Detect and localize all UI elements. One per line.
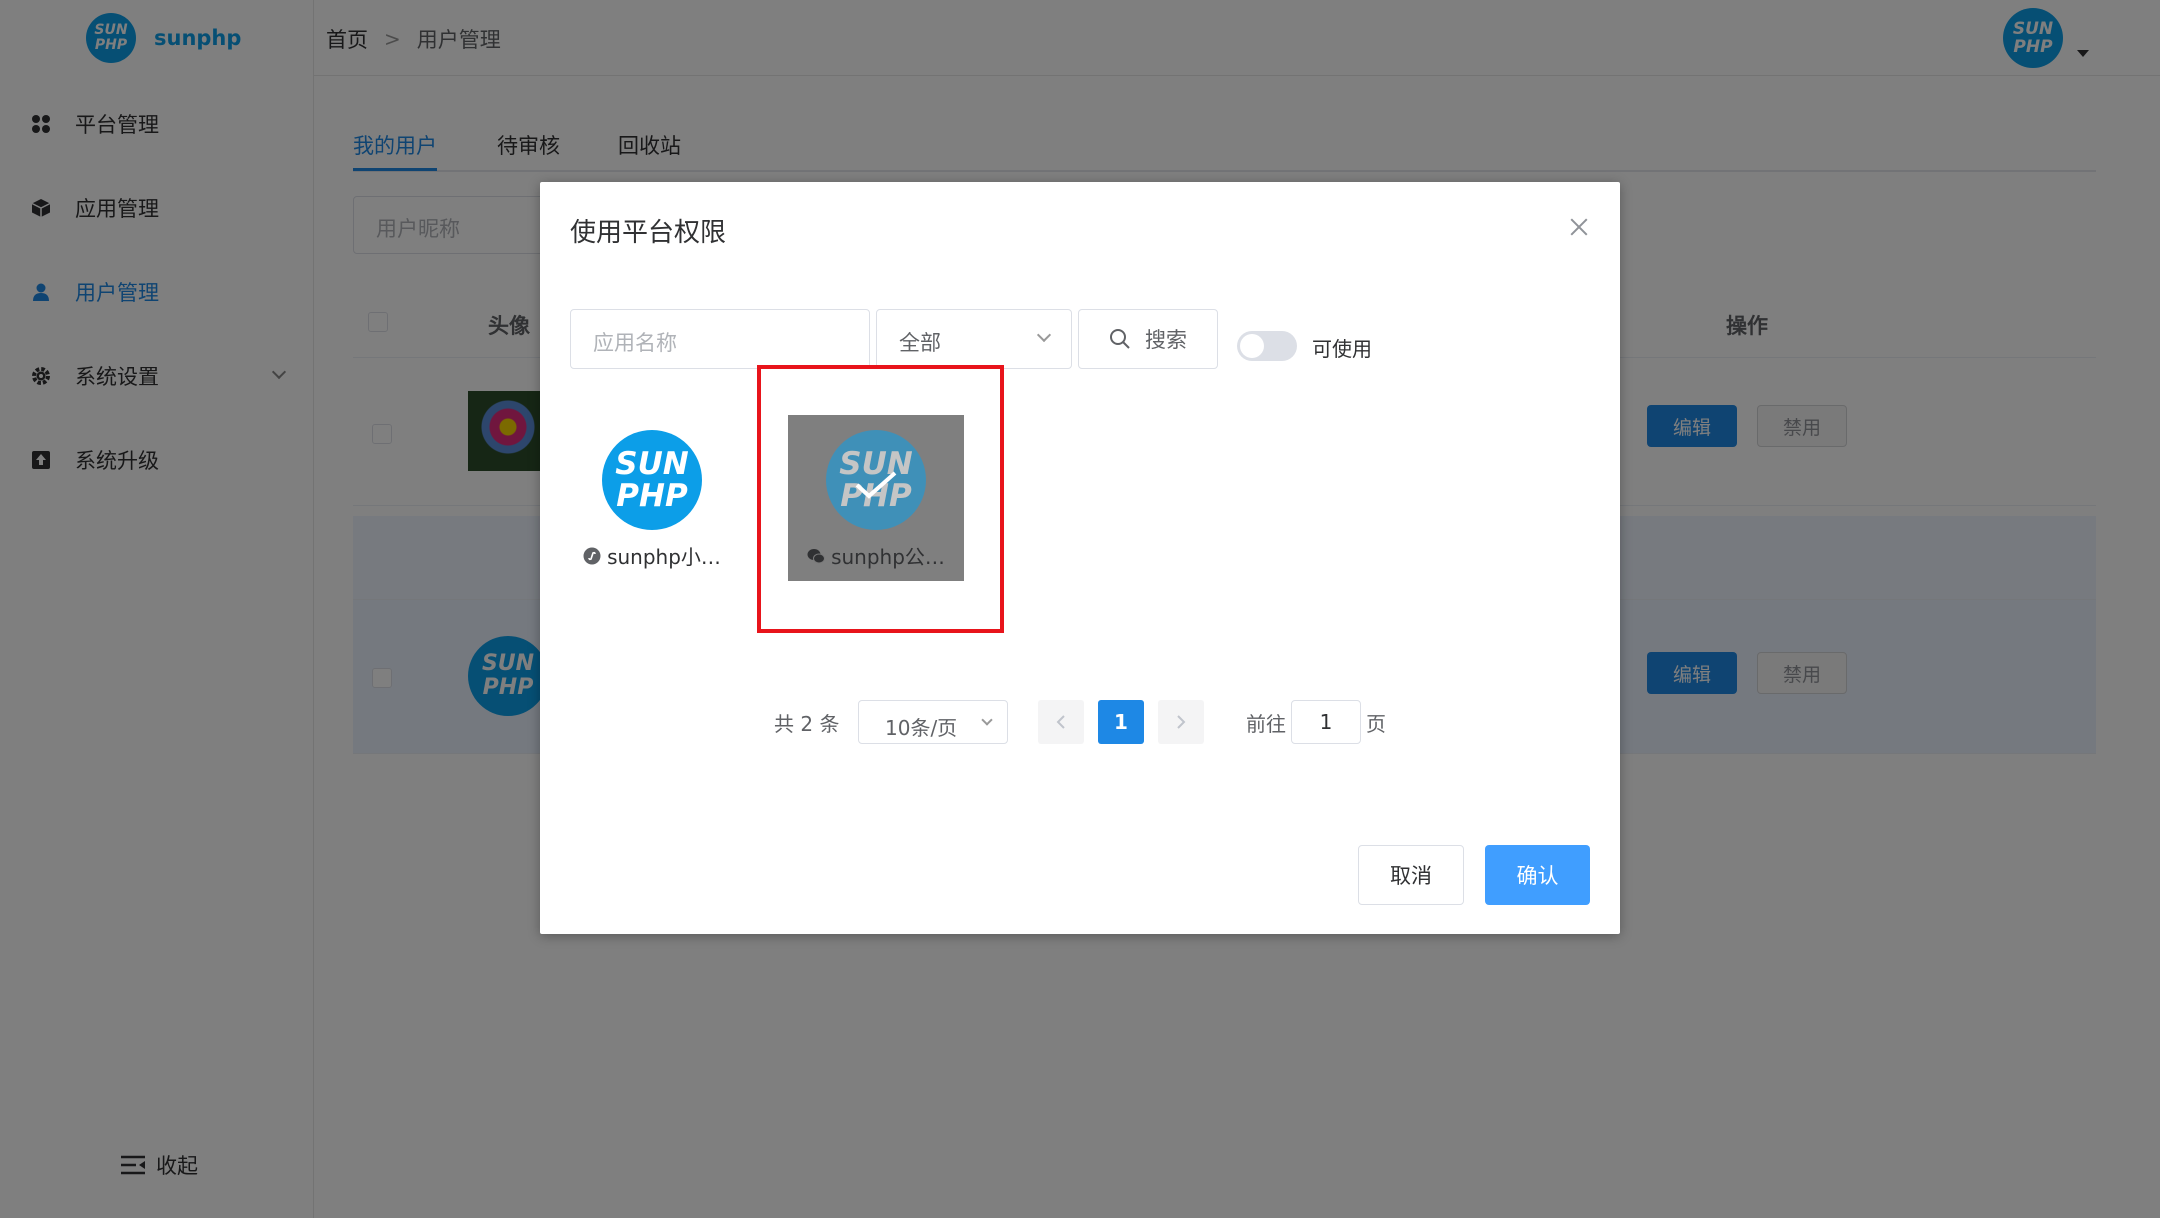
app-logo: SUN PHP [602,430,702,530]
chevron-down-icon [1036,327,1052,343]
app-name-row: sunphp小… [564,541,740,570]
prev-page-button[interactable] [1038,700,1084,744]
chevron-right-icon [1177,715,1186,729]
app-name-search-input[interactable]: 应用名称 [570,309,870,369]
select-value: 全部 [899,331,941,355]
platform-permission-dialog: 使用平台权限 应用名称 全部 搜索 可使用 SUN PHP sunphp小… S… [540,182,1620,934]
search-icon [1110,329,1130,349]
goto-label: 前往 [1246,712,1286,736]
available-toggle[interactable] [1237,331,1297,361]
toggle-label: 可使用 [1312,337,1372,361]
search-button[interactable]: 搜索 [1078,309,1218,369]
selection-highlight-box [757,365,1004,633]
page-button-current[interactable]: 1 [1098,700,1144,744]
page-label: 页 [1366,712,1386,736]
close-icon[interactable] [1568,216,1590,238]
next-page-button[interactable] [1158,700,1204,744]
chevron-down-icon [981,714,993,726]
mini-program-icon [583,547,601,564]
goto-page-input[interactable]: 1 [1291,700,1361,744]
app-type-select[interactable]: 全部 [876,309,1072,369]
page-size-value: 10条/页 [885,716,958,740]
search-label: 搜索 [1145,328,1187,352]
cancel-button[interactable]: 取消 [1358,845,1464,905]
toggle-knob [1240,334,1264,358]
pagination: 共 2 条 10条/页 1 前往 1 页 [540,692,1620,744]
dialog-title: 使用平台权限 [570,218,727,248]
pagination-total: 共 2 条 [774,712,840,736]
app-name: sunphp小… [607,545,721,569]
confirm-button[interactable]: 确认 [1485,845,1590,905]
app-card[interactable]: SUN PHP sunphp小… [564,415,740,581]
chevron-left-icon [1056,715,1065,729]
page-size-select[interactable]: 10条/页 [858,700,1008,744]
